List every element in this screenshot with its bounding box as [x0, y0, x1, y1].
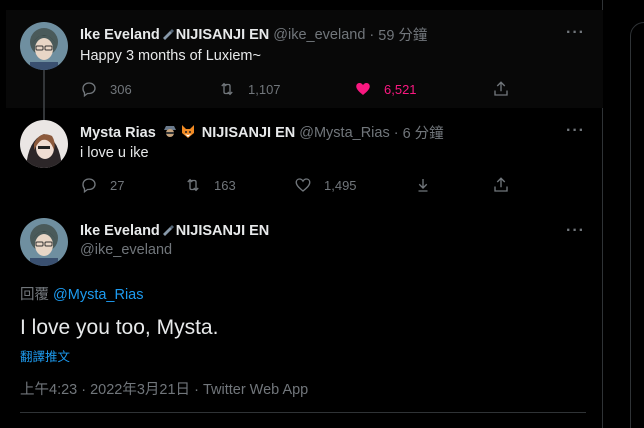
share-button[interactable] — [492, 176, 510, 194]
timestamp[interactable]: 6 分鐘 — [403, 122, 444, 143]
heart-icon — [295, 178, 311, 192]
download-icon — [418, 179, 428, 192]
tweet-header: Mysta Rias NIJISANJI EN @Mysta_Rias · 6 … — [80, 122, 444, 143]
pen-emoji — [161, 222, 175, 239]
like-button[interactable]: 1,495 — [294, 176, 357, 194]
tweet-ike-parent[interactable]: Ike Eveland NIJISANJI EN @ike_eveland · … — [6, 10, 603, 108]
thread-line — [43, 108, 45, 120]
reply-prefix: 回覆 — [20, 287, 49, 303]
pen-emoji — [161, 26, 175, 43]
detective-emoji — [162, 123, 178, 142]
fox-emoji — [180, 123, 196, 142]
avatar-ike[interactable] — [20, 22, 68, 70]
reply-count: 306 — [110, 81, 132, 97]
separator: · — [369, 26, 375, 43]
thread-line — [43, 70, 45, 108]
retweet-count: 163 — [214, 177, 236, 193]
heart-icon — [356, 83, 370, 95]
reply-icon — [82, 82, 96, 98]
handle[interactable]: @ike_eveland — [80, 242, 172, 258]
tip-button[interactable] — [414, 176, 432, 194]
tweet-header: Ike Eveland NIJISANJI EN @ike_eveland · … — [80, 24, 427, 45]
sidebar-card — [630, 22, 644, 428]
timeline-column: Ike Eveland NIJISANJI EN @ike_eveland · … — [6, 0, 603, 428]
reply-button[interactable]: 27 — [80, 176, 124, 194]
handle[interactable]: @Mysta_Rias — [299, 125, 389, 141]
retweet-count: 1,107 — [248, 81, 281, 97]
display-name[interactable]: Ike Eveland — [80, 223, 160, 239]
share-button[interactable] — [492, 80, 510, 98]
tweet-text: I love you too, Mysta. — [20, 316, 219, 339]
avatar-mysta[interactable] — [20, 120, 68, 168]
org-name[interactable]: NIJISANJI EN — [176, 27, 269, 43]
reply-count: 27 — [110, 177, 125, 193]
tweet-metadata[interactable]: 上午4:23 · 2022年3月21日 · Twitter Web App — [20, 378, 308, 399]
org-name[interactable]: NIJISANJI EN — [202, 125, 295, 141]
timestamp[interactable]: 59 分鐘 — [378, 24, 427, 45]
like-button[interactable]: 6,521 — [354, 80, 417, 98]
share-icon — [494, 81, 508, 96]
avatar-ike[interactable] — [20, 218, 68, 266]
org-name[interactable]: NIJISANJI EN — [176, 223, 269, 239]
like-count: 6,521 — [384, 81, 417, 97]
retweet-icon — [187, 178, 199, 192]
tweet-actions: 27 163 1,495 — [80, 176, 510, 196]
separator: · — [393, 124, 399, 141]
display-name[interactable]: Ike Eveland — [80, 27, 160, 43]
reply-button[interactable]: 306 — [80, 80, 132, 98]
divider — [20, 412, 586, 413]
right-sidebar — [618, 0, 644, 428]
tweet-header: Ike Eveland NIJISANJI EN — [80, 222, 269, 239]
more-icon[interactable]: ··· — [566, 24, 585, 42]
retweet-button[interactable]: 163 — [184, 176, 236, 194]
tweet-text: i love u ike — [80, 145, 149, 161]
handle[interactable]: @ike_eveland — [273, 27, 365, 43]
retweet-button[interactable]: 1,107 — [218, 80, 281, 98]
replying-to: 回覆 @Mysta_Rias — [20, 283, 144, 304]
share-icon — [494, 177, 508, 192]
focused-tweet: Ike Eveland NIJISANJI EN @ike_eveland ··… — [6, 206, 603, 428]
tweet-mysta[interactable]: Mysta Rias NIJISANJI EN @Mysta_Rias · 6 … — [6, 108, 603, 206]
page: Ike Eveland NIJISANJI EN @ike_eveland · … — [0, 0, 644, 428]
tweet-text: Happy 3 months of Luxiem~ — [80, 48, 261, 64]
tweet-actions: 306 1,107 6,521 — [80, 80, 510, 100]
display-name[interactable]: Mysta Rias — [80, 125, 156, 141]
retweet-icon — [221, 82, 233, 96]
more-icon[interactable]: ··· — [566, 122, 585, 140]
like-count: 1,495 — [324, 177, 357, 193]
translate-tweet-link[interactable]: 翻譯推文 — [20, 346, 70, 365]
reply-mention-link[interactable]: @Mysta_Rias — [53, 287, 143, 303]
more-icon[interactable]: ··· — [566, 222, 585, 240]
reply-icon — [82, 178, 96, 194]
